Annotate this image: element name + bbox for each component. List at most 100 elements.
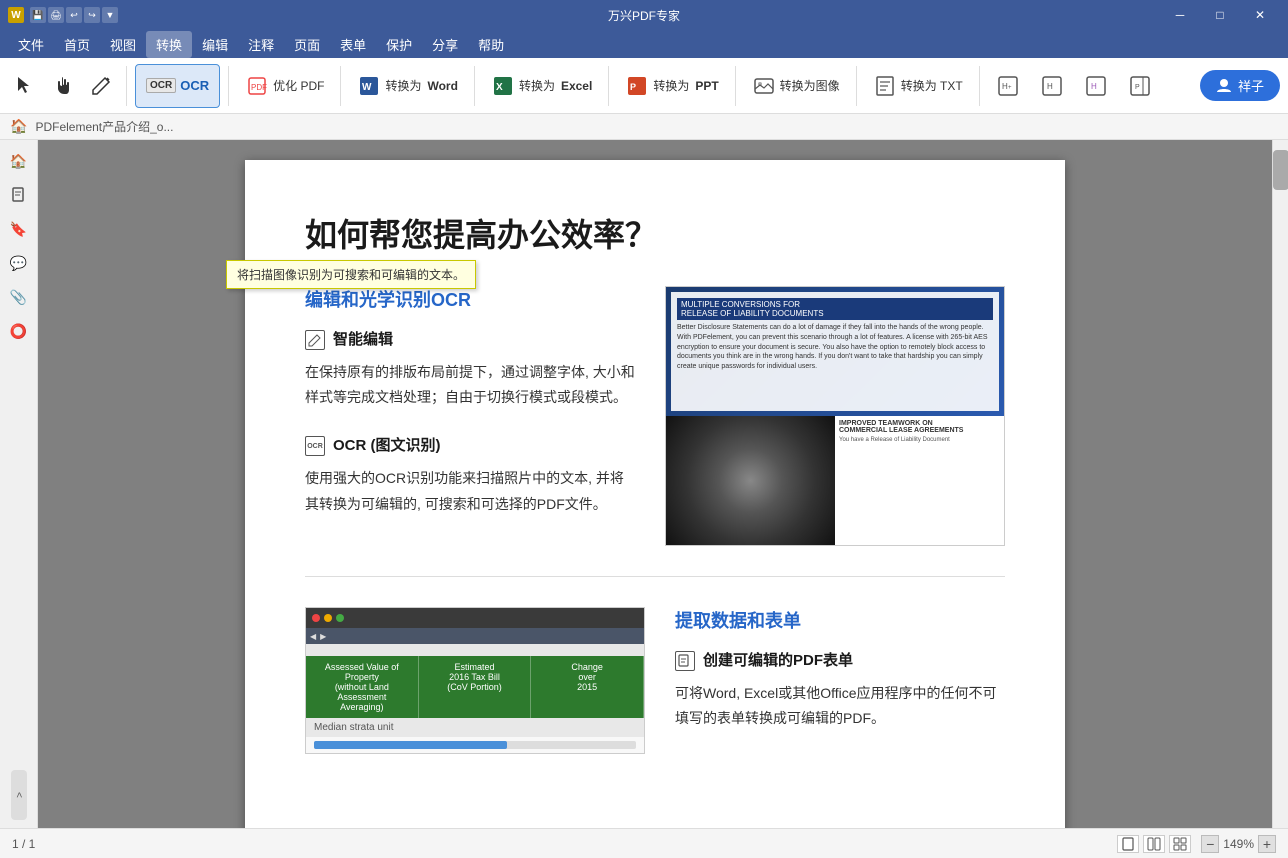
home-breadcrumb-icon[interactable]: 🏠 [10, 118, 27, 135]
table-label-text: Median strata unit [314, 722, 394, 733]
extra-icon-3: H [1084, 74, 1108, 98]
section-divider [305, 576, 1005, 577]
table-progress-bar [314, 741, 636, 749]
menu-form[interactable]: 表单 [330, 31, 376, 58]
user-avatar-icon [1216, 78, 1232, 94]
optimize-icon: PDF [245, 74, 269, 98]
menu-share[interactable]: 分享 [422, 31, 468, 58]
image-inner: MULTIPLE CONVERSIONS FORRELEASE OF LIABI… [666, 287, 1004, 545]
status-bar: 1 / 1 − 149% + [0, 828, 1288, 858]
img-spiral [666, 416, 835, 545]
convert-excel-button[interactable]: X 转换为 Excel [483, 64, 600, 108]
quick-access-toolbar: 💾 🖨 ↩ ↪ ▼ [30, 7, 118, 23]
app-title: 万兴PDF专家 [608, 7, 680, 24]
maximize-button[interactable]: □ [1200, 0, 1240, 30]
convert-word-label: Word [427, 79, 457, 93]
redo-icon[interactable]: ↪ [84, 7, 100, 23]
hand-tool-button[interactable] [46, 64, 80, 108]
img-right-panel: IMPROVED TEAMWORK ONCOMMERCIAL LEASE AGR… [835, 416, 1004, 545]
section-2-text: 提取数据和表单 创建可编辑的PDF表单 可将Word, Excel或其他Offi… [675, 607, 1005, 755]
doc-overlay: MULTIPLE CONVERSIONS FORRELEASE OF LIABI… [671, 292, 999, 411]
svg-text:PDF: PDF [251, 83, 267, 92]
menu-edit[interactable]: 编辑 [192, 31, 238, 58]
svg-text:H: H [1091, 82, 1097, 91]
single-page-view-button[interactable] [1117, 835, 1139, 853]
sidebar-attachment-icon[interactable]: 📎 [6, 284, 32, 310]
pdf-table-illustration: ◀▶ Assessed Value of Property(without La… [305, 607, 645, 754]
section-1-row: 编辑和光学识别OCR 智能编辑 在保持原有的排版布局前提下，通过调整字体, 大小… [305, 286, 1005, 546]
zoom-level: 149% [1223, 837, 1254, 851]
section-1-image: MULTIPLE CONVERSIONS FORRELEASE OF LIABI… [665, 286, 1005, 546]
separator-8 [979, 66, 980, 106]
breadcrumb-text: PDFelement产品介绍_o... [35, 118, 173, 135]
section-2-image: ◀▶ Assessed Value of Property(without La… [305, 607, 645, 754]
optimize-label: 优化 PDF [273, 77, 324, 94]
user-name: 祥子 [1238, 76, 1264, 95]
section-1-title: 编辑和光学识别OCR [305, 286, 635, 312]
sidebar-home-icon[interactable]: 🏠 [6, 148, 32, 174]
edit-tool-button[interactable] [84, 64, 118, 108]
menu-convert[interactable]: 转换 [146, 31, 192, 58]
subsection-ocr-title: OCR (图文识别) [333, 434, 441, 455]
subsection-create-form-body: 可将Word, Excel或其他Office应用程序中的任何不可填写的表单转换成… [675, 681, 1005, 731]
vertical-scrollbar[interactable] [1272, 140, 1288, 828]
ocr-button[interactable]: OCR OCR [135, 64, 220, 108]
separator-7 [856, 66, 857, 106]
svg-text:X: X [496, 82, 503, 93]
menu-protect[interactable]: 保护 [376, 31, 422, 58]
separator-4 [474, 66, 475, 106]
sidebar-collapse-button[interactable]: < [11, 770, 27, 820]
cursor-icon [14, 75, 36, 97]
zoom-in-button[interactable]: + [1258, 835, 1276, 853]
sidebar-comment-icon[interactable]: 💬 [6, 250, 32, 276]
convert-word-button[interactable]: W 转换为 Word [349, 64, 465, 108]
tool-extra-2[interactable]: H [1032, 64, 1072, 108]
menu-page[interactable]: 页面 [284, 31, 330, 58]
subsection-smart-edit: 智能编辑 [305, 328, 635, 350]
app-icon: W [8, 7, 24, 23]
sidebar-page-icon[interactable] [6, 182, 32, 208]
menu-home[interactable]: 首页 [54, 31, 100, 58]
convert-txt-label: 转换为 TXT [901, 77, 963, 94]
convert-excel-prefix: 转换为 [519, 77, 555, 94]
convert-txt-button[interactable]: 转换为 TXT [865, 64, 971, 108]
smart-edit-icon [305, 330, 325, 350]
user-account-button[interactable]: 祥子 [1200, 70, 1280, 101]
convert-image-button[interactable]: 转换为图像 [744, 64, 848, 108]
close-button[interactable]: ✕ [1240, 0, 1280, 30]
tool-extra-1[interactable]: H+ [988, 64, 1028, 108]
menu-view[interactable]: 视图 [100, 31, 146, 58]
dropdown-icon[interactable]: ▼ [102, 7, 118, 23]
convert-excel-label: Excel [561, 79, 592, 93]
convert-ppt-button[interactable]: P 转换为 PPT [617, 64, 726, 108]
tool-extra-3[interactable]: H [1076, 64, 1116, 108]
menu-file[interactable]: 文件 [8, 31, 54, 58]
grid-view-button[interactable] [1169, 835, 1191, 853]
txt-convert-icon [873, 74, 897, 98]
subsection-smart-edit-body: 在保持原有的排版布局前提下，通过调整字体, 大小和样式等完成文档处理；自由于切换… [305, 360, 635, 410]
ppt-icon: P [625, 74, 649, 98]
table-header-2: Estimated2016 Tax Bill(CoV Portion) [419, 656, 532, 718]
subsection-ocr-body: 使用强大的OCR识别功能来扫描照片中的文本, 并将其转换为可编辑的, 可搜索和可… [305, 466, 635, 516]
sidebar-bookmark-icon[interactable]: 🔖 [6, 216, 32, 242]
title-bar: W 💾 🖨 ↩ ↪ ▼ 万兴PDF专家 ─ □ ✕ [0, 0, 1288, 30]
title-bar-left: W 💾 🖨 ↩ ↪ ▼ [8, 7, 118, 23]
tool-extra-4[interactable]: P [1120, 64, 1160, 108]
sidebar-signature-icon[interactable]: ⭕ [6, 318, 32, 344]
optimize-pdf-button[interactable]: PDF 优化 PDF [237, 64, 332, 108]
edit-icon [90, 75, 112, 97]
undo-icon[interactable]: ↩ [66, 7, 82, 23]
menu-annotate[interactable]: 注释 [238, 31, 284, 58]
menu-help[interactable]: 帮助 [468, 31, 514, 58]
main-area: 🏠 🔖 💬 📎 ⭕ < 将扫描图像识别为可搜索和可编辑的文本。 如何帮您提高办公… [0, 140, 1288, 828]
zoom-out-button[interactable]: − [1201, 835, 1219, 853]
table-label-row: Median strata unit [306, 718, 644, 737]
minimize-button[interactable]: ─ [1160, 0, 1200, 30]
spiral-graphic [666, 416, 835, 545]
print-quick-icon[interactable]: 🖨 [48, 7, 64, 23]
save-quick-icon[interactable]: 💾 [30, 7, 46, 23]
table-progress-fill [314, 741, 507, 749]
two-page-view-button[interactable] [1143, 835, 1165, 853]
select-tool-button[interactable] [8, 64, 42, 108]
convert-image-label: 转换为图像 [780, 77, 840, 94]
